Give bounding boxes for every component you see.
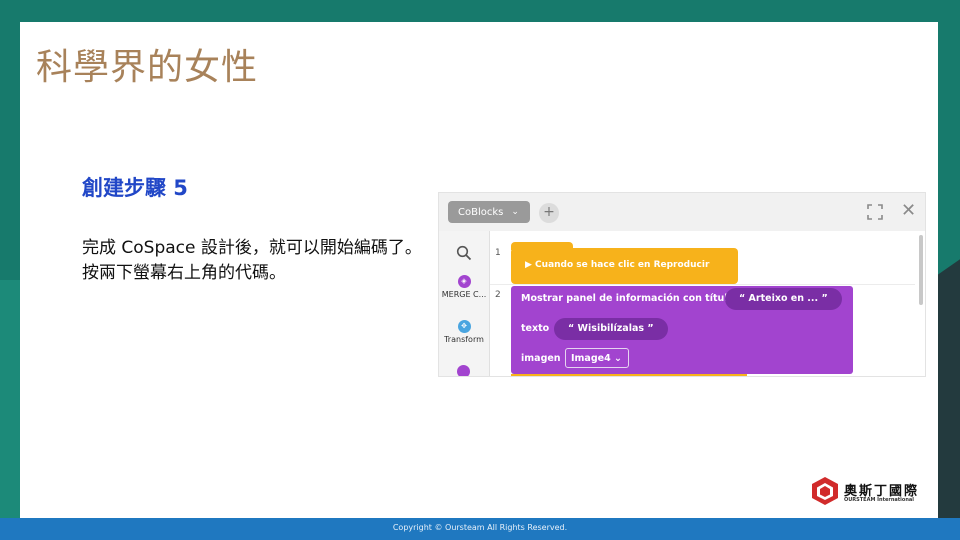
category-transform[interactable]: ✥ Transform: [439, 320, 489, 344]
footer-copyright: Copyright © Oursteam All Rights Reserved…: [392, 523, 568, 532]
line-number: 2: [495, 290, 501, 300]
step-title: 創建步驟 5: [82, 176, 188, 200]
close-icon[interactable]: ✕: [901, 201, 916, 221]
row-divider: [490, 284, 915, 285]
step-body: 完成 CoSpace 設計後，就可以開始編碼了。按兩下螢幕右上角的代碼。: [82, 238, 422, 283]
add-tab-button[interactable]: +: [539, 203, 559, 223]
text-label: texto: [521, 323, 550, 334]
text-value-input[interactable]: “ Wisibilízalas ”: [554, 318, 668, 340]
info-panel-label: Mostrar panel de información con título: [521, 293, 735, 304]
event-block-label: ▶ Cuando se hace clic en Reproducir: [525, 260, 710, 270]
next-block-edge: [511, 374, 747, 376]
category-label: MERGE C...: [441, 290, 487, 299]
category-icon[interactable]: [457, 365, 470, 376]
search-button[interactable]: [439, 239, 489, 267]
image-dropdown[interactable]: Image4 ⌄: [565, 348, 629, 368]
category-merge-cube[interactable]: ◈ MERGE C...: [439, 275, 489, 299]
slide-title: 科學界的女性: [36, 47, 259, 88]
merge-cube-icon: ◈: [457, 275, 471, 288]
search-icon: [456, 245, 472, 261]
category-label: Transform: [444, 335, 484, 344]
logo-mark-icon: [812, 477, 838, 505]
chevron-down-icon: ⌄: [511, 207, 519, 217]
scrollbar[interactable]: [919, 235, 923, 305]
image-label: imagen: [521, 353, 561, 364]
title-value-input[interactable]: “ Arteixo en ... ”: [725, 288, 842, 310]
fullscreen-icon[interactable]: [867, 204, 883, 220]
transform-icon: ✥: [457, 320, 471, 333]
line-number: 1: [495, 248, 501, 258]
block-category-sidebar: ◈ MERGE C... ✥ Transform: [439, 231, 490, 376]
coblocks-tab-label: CoBlocks: [458, 206, 504, 218]
logo-subtitle: OURSTEAM International: [844, 497, 914, 503]
coblocks-tab-button[interactable]: CoBlocks ⌄: [448, 201, 530, 223]
coblocks-editor-screenshot: CoBlocks ⌄ + ✕ ◈ MERGE C... ✥ Transform …: [438, 192, 926, 377]
oursteam-logo: 奧斯丁國際 OURSTEAM International: [810, 474, 936, 510]
